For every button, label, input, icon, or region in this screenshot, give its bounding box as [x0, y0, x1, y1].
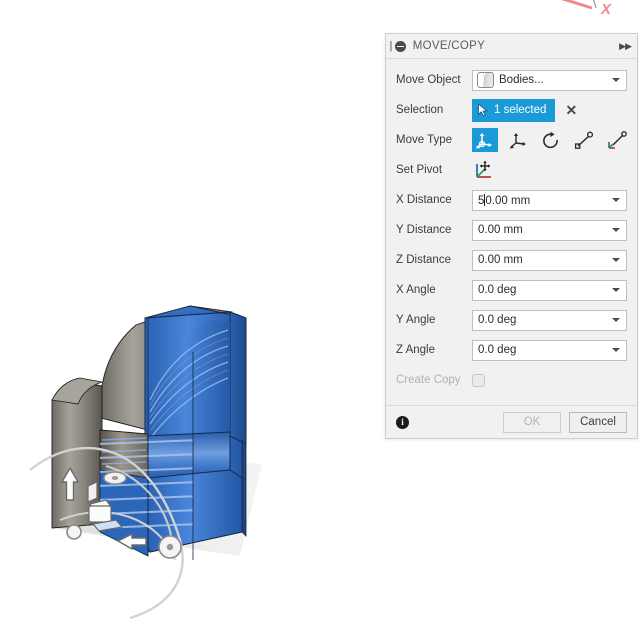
- row-move-object: Move Object Bodies...: [386, 65, 637, 95]
- dialog-body: Move Object Bodies... Selection 1 select…: [386, 59, 637, 405]
- dialog-title-bar[interactable]: || MOVE/COPY ▶▶: [386, 34, 637, 59]
- x-distance-value-post: 0.00 mm: [485, 194, 531, 207]
- set-pivot-axis-icon[interactable]: [472, 158, 498, 182]
- row-x-angle: X Angle 0.0 deg: [386, 275, 637, 305]
- x-angle-value: 0.0 deg: [478, 284, 517, 296]
- row-y-distance: Y Distance 0.00 mm: [386, 215, 637, 245]
- y-angle-label: Y Angle: [396, 314, 436, 326]
- z-distance-input[interactable]: 0.00 mm: [472, 249, 627, 271]
- cancel-button[interactable]: Cancel: [569, 411, 627, 433]
- cursor-arrow-icon: [478, 103, 488, 117]
- chevron-down-icon[interactable]: [612, 78, 620, 82]
- rotate-icon[interactable]: [538, 128, 564, 152]
- y-angle-input[interactable]: 0.0 deg: [472, 309, 627, 331]
- chevron-down-icon[interactable]: [612, 348, 620, 352]
- free-move-icon[interactable]: [472, 128, 498, 152]
- translate-icon[interactable]: [505, 128, 531, 152]
- rotate-handle-icon[interactable]: [103, 471, 127, 485]
- z-angle-label: Z Angle: [396, 344, 435, 356]
- chevron-down-icon[interactable]: [612, 198, 620, 202]
- ok-button[interactable]: OK: [503, 411, 561, 433]
- selection-button[interactable]: 1 selected: [472, 98, 556, 122]
- point-to-point-icon[interactable]: [571, 128, 597, 152]
- chevron-down-icon[interactable]: [612, 258, 620, 262]
- y-angle-value: 0.0 deg: [478, 314, 517, 326]
- app-root: X || MOVE/COPY ▶▶ Move Object Bodies... …: [0, 0, 639, 624]
- z-angle-value: 0.0 deg: [478, 344, 517, 356]
- row-z-distance: Z Distance 0.00 mm: [386, 245, 637, 275]
- dialog-footer: i OK Cancel: [386, 405, 637, 438]
- move-object-label: Move Object: [396, 74, 461, 86]
- x-angle-input[interactable]: 0.0 deg: [472, 279, 627, 301]
- info-icon[interactable]: i: [396, 415, 409, 429]
- row-set-pivot: Set Pivot: [386, 155, 637, 185]
- row-x-distance: X Distance 50.00 mm: [386, 185, 637, 215]
- move-object-value: Bodies...: [499, 74, 544, 86]
- y-distance-input[interactable]: 0.00 mm: [472, 219, 627, 241]
- move-object-dropdown[interactable]: Bodies...: [472, 69, 627, 91]
- selection-button-label: 1 selected: [494, 104, 547, 116]
- drag-grip-icon[interactable]: ||: [389, 40, 392, 52]
- move-type-label: Move Type: [396, 134, 453, 146]
- move-type-strip: [472, 128, 630, 152]
- origin-handle-icon[interactable]: [66, 524, 82, 540]
- row-z-angle: Z Angle 0.0 deg: [386, 335, 637, 365]
- rotate-handle-right-icon[interactable]: [158, 535, 182, 559]
- row-create-copy: Create Copy: [386, 365, 637, 395]
- y-distance-label: Y Distance: [396, 224, 452, 236]
- row-selection: Selection 1 selected ✕: [386, 95, 637, 125]
- create-copy-label: Create Copy: [396, 374, 461, 386]
- x-distance-input[interactable]: 50.00 mm: [472, 189, 627, 211]
- chevron-down-icon[interactable]: [612, 288, 620, 292]
- point-to-position-icon[interactable]: [604, 128, 630, 152]
- create-copy-checkbox[interactable]: [472, 373, 485, 387]
- z-angle-input[interactable]: 0.0 deg: [472, 339, 627, 361]
- clear-selection-icon[interactable]: ✕: [565, 103, 577, 117]
- x-distance-label: X Distance: [396, 194, 452, 206]
- collapse-icon[interactable]: [394, 40, 406, 52]
- body-icon: [477, 72, 494, 88]
- y-distance-value: 0.00 mm: [478, 224, 523, 236]
- x-angle-label: X Angle: [396, 284, 436, 296]
- chevron-down-icon[interactable]: [612, 228, 620, 232]
- page-title: MOVE/COPY: [412, 40, 486, 52]
- chevron-down-icon[interactable]: [612, 318, 620, 322]
- z-distance-label: Z Distance: [396, 254, 451, 266]
- set-pivot-label: Set Pivot: [396, 164, 443, 176]
- move-copy-dialog[interactable]: || MOVE/COPY ▶▶ Move Object Bodies... Se…: [385, 33, 638, 439]
- row-move-type: Move Type: [386, 125, 637, 155]
- z-distance-value: 0.00 mm: [478, 254, 523, 266]
- selection-label: Selection: [396, 104, 444, 116]
- row-y-angle: Y Angle 0.0 deg: [386, 305, 637, 335]
- expand-arrows-icon[interactable]: ▶▶: [619, 41, 632, 52]
